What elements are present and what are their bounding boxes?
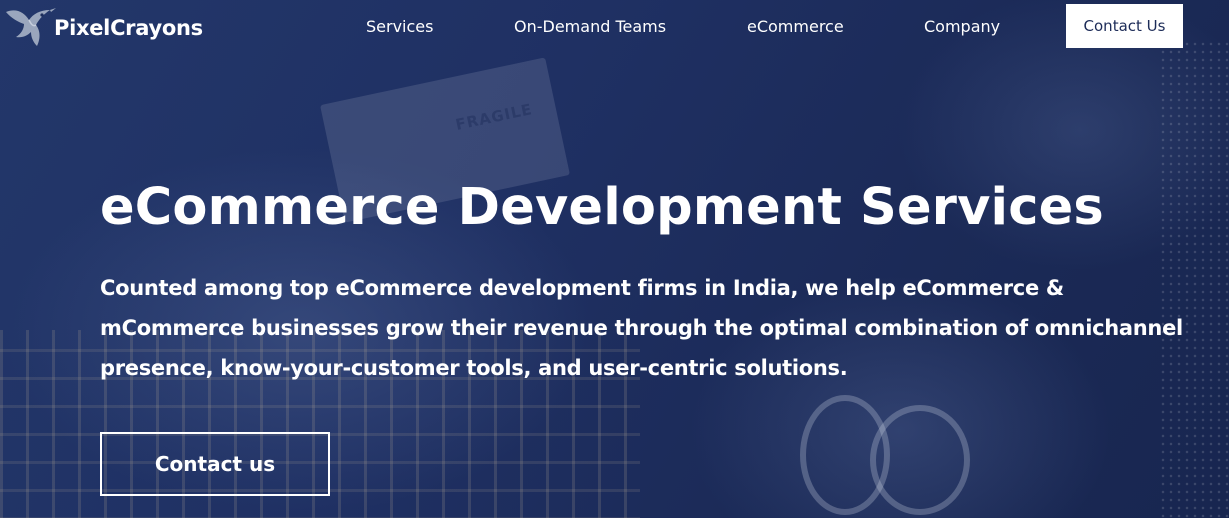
nav-link-services[interactable]: Services: [366, 17, 433, 36]
brand-name: PixelCrayons: [54, 16, 203, 40]
background-glasses-image: [870, 405, 970, 515]
nav-link-ecommerce[interactable]: eCommerce: [747, 17, 844, 36]
hero-section: FRAGILE PixelCrayons Services On-Demand …: [0, 0, 1229, 518]
page-title: eCommerce Development Services: [100, 178, 1104, 237]
navbar: PixelCrayons Services On-Demand Teams eC…: [0, 0, 1229, 54]
nav-link-company[interactable]: Company: [924, 17, 1000, 36]
hummingbird-logo-icon: [6, 8, 56, 46]
brand-logo-link[interactable]: PixelCrayons: [2, 2, 203, 54]
hero-description: Counted among top eCommerce development …: [100, 276, 1183, 380]
nav-link-on-demand-teams[interactable]: On-Demand Teams: [514, 17, 666, 36]
contact-us-button[interactable]: Contact us: [100, 432, 330, 496]
nav-contact-us-button[interactable]: Contact Us: [1066, 4, 1183, 48]
